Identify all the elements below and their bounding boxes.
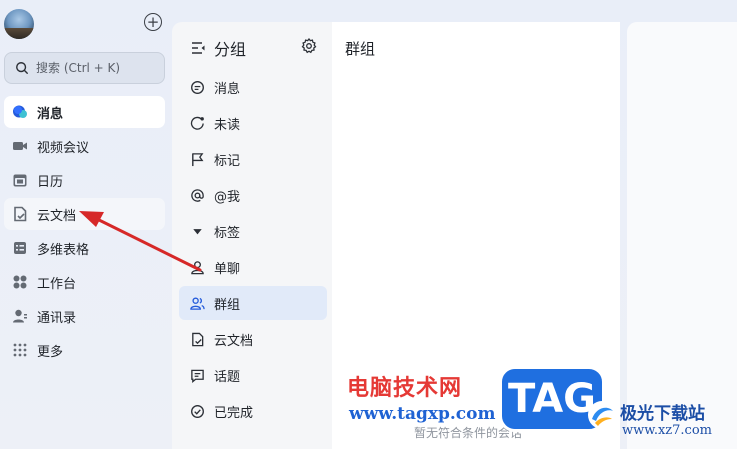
cloud-doc-icon (12, 206, 28, 222)
group-item-topics[interactable]: 话题 (179, 358, 327, 392)
group-item-done[interactable]: 已完成 (179, 394, 327, 428)
plus-icon: + (146, 12, 160, 31)
rail-item-label: 多维表格 (37, 242, 90, 258)
gear-icon[interactable] (301, 38, 317, 54)
group-item-label: 消息 (214, 81, 241, 97)
watermark-download-site: 极光下载站 (620, 404, 705, 424)
watermark-site-name: 电脑技术网 (347, 376, 463, 401)
aurora-logo-icon (588, 401, 616, 429)
user-avatar[interactable] (4, 9, 34, 39)
groups-header: 分组 (190, 36, 246, 60)
group-item-label: 标记 (214, 153, 241, 169)
user-icon (190, 260, 205, 275)
video-camera-icon (12, 138, 28, 154)
groups-panel: 分组 消息 未读 标记 @我 标签 单聊 群组 云文档 话题 已完成 (172, 22, 332, 449)
chat-icon (190, 80, 205, 95)
detail-pane (627, 22, 737, 449)
rail-nav: 消息 视频会议 日历 云文档 多维表格 工作台 通讯录 更多 (4, 96, 165, 368)
group-item-label: 话题 (214, 369, 241, 385)
group-item-label: 未读 (214, 117, 241, 133)
contacts-icon (12, 308, 28, 324)
search-icon (16, 62, 28, 74)
search-input[interactable] (36, 61, 156, 75)
left-rail: + 消息 视频会议 (0, 0, 172, 449)
at-icon (190, 188, 205, 203)
workbench-grid-icon (12, 274, 28, 290)
group-filter-list: 消息 未读 标记 @我 标签 单聊 群组 云文档 话题 已完成 (179, 70, 327, 430)
rail-item-label: 消息 (37, 106, 64, 122)
create-plus-button[interactable]: + (144, 13, 162, 31)
groups-title: 分组 (214, 40, 247, 59)
group-item-label: 云文档 (214, 333, 254, 349)
group-item-unread[interactable]: 未读 (179, 106, 327, 140)
message-bubble-icon (12, 104, 28, 120)
rail-item-workbench[interactable]: 工作台 (4, 266, 165, 298)
flag-icon (190, 152, 205, 167)
unread-icon (190, 116, 205, 131)
group-item-label: 已完成 (214, 405, 254, 421)
doc-icon (190, 332, 205, 347)
search-box[interactable] (4, 52, 165, 84)
calendar-icon (12, 172, 28, 188)
rail-item-label: 更多 (37, 344, 64, 360)
group-item-label: @我 (214, 189, 241, 205)
rail-item-multi-table[interactable]: 多维表格 (4, 232, 165, 264)
content-title: 群组 (345, 40, 376, 58)
group-item-mentions[interactable]: @我 (179, 178, 327, 212)
collapse-panel-icon[interactable] (190, 40, 206, 56)
rail-item-label: 视频会议 (37, 140, 90, 156)
rail-item-contacts[interactable]: 通讯录 (4, 300, 165, 332)
group-item-tags[interactable]: 标签 (179, 214, 327, 248)
rail-item-label: 云文档 (37, 208, 77, 224)
watermark-download-url: www.xz7.com (622, 423, 712, 438)
rail-item-calendar[interactable]: 日历 (4, 164, 165, 196)
rail-item-video-meeting[interactable]: 视频会议 (4, 130, 165, 162)
rail-item-label: 通讯录 (37, 310, 77, 326)
group-item-cloud-docs[interactable]: 云文档 (179, 322, 327, 356)
table-icon (12, 240, 28, 256)
topic-icon (190, 368, 205, 383)
group-item-groups[interactable]: 群组 (179, 286, 327, 320)
rail-item-label: 日历 (37, 174, 64, 190)
rail-item-cloud-docs[interactable]: 云文档 (4, 198, 165, 230)
rail-item-label: 工作台 (37, 276, 77, 292)
group-item-marked[interactable]: 标记 (179, 142, 327, 176)
group-icon (190, 296, 205, 311)
rail-item-more[interactable]: 更多 (4, 334, 165, 366)
caret-down-icon (190, 224, 205, 239)
group-item-label: 群组 (214, 297, 241, 313)
watermark-site-url: www.tagxp.com (349, 404, 496, 424)
rail-item-messages[interactable]: 消息 (4, 96, 165, 128)
group-item-direct-chat[interactable]: 单聊 (179, 250, 327, 284)
group-item-label: 标签 (214, 225, 241, 241)
group-item-messages[interactable]: 消息 (179, 70, 327, 104)
check-circle-icon (190, 404, 205, 419)
more-dots-icon (12, 342, 28, 358)
group-item-label: 单聊 (214, 261, 241, 277)
